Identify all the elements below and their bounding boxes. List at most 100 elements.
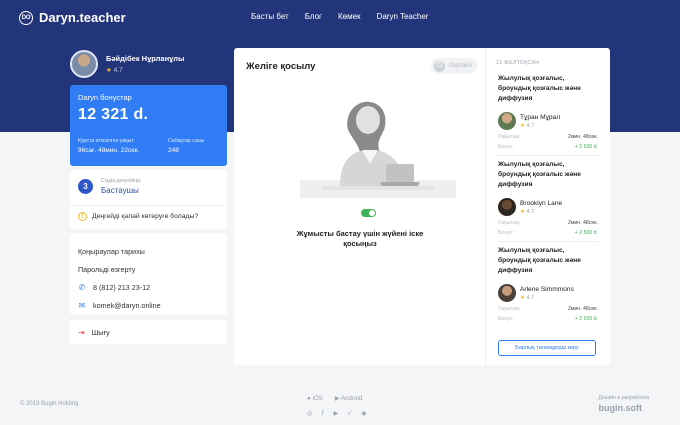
brand-name: Daryn.teacher (39, 10, 126, 25)
app-store-links: ● iOS ▶ Android (307, 395, 362, 402)
profile-name: Бәйдібек Нұрланұлы (106, 54, 185, 63)
phone-number: 8 (812) 213 23-12 (93, 282, 151, 292)
android-label: Android (340, 395, 363, 402)
menu-item-password-label: Парольді өзгерту (78, 264, 136, 274)
star-icon: ★ (520, 208, 525, 215)
credit-brand: bugin.soft (598, 403, 643, 413)
logo-mark: DO (19, 10, 33, 25)
work-toggle[interactable] (361, 209, 376, 217)
vk-icon[interactable]: ✓ (347, 410, 352, 417)
time-label: Курста өткізілген уақыт (78, 138, 134, 144)
lesson-time: 2мин. 48сек. (567, 134, 598, 140)
lessons-value: 248 (168, 147, 179, 154)
lesson-title: Жылулық қозғалыс, броундық қозғалыс және… (498, 161, 581, 188)
tutor-rating-value: 4.7 (526, 122, 535, 129)
lessons-sidebar: 12 ЖЕЛТОҚСАН Жылулық қозғалыс, броундық … (486, 48, 610, 365)
lesson-time-label: Уақытың: (498, 220, 521, 226)
lesson-time: 2мин. 48сек. (567, 220, 598, 226)
lesson-title: Жылулық қозғалыс, броундық қозғалыс және… (498, 75, 581, 102)
logo[interactable]: DO Daryn.teacher (19, 10, 126, 25)
ios-label: iOS (312, 395, 323, 402)
tutor-avatar (498, 198, 516, 216)
ios-link[interactable]: ● iOS (307, 395, 323, 402)
level-help-link[interactable]: ! Деңгейді қалай көтеруге болады? (78, 212, 219, 221)
menu-item-history-label: Қоңыраулар тарихы (78, 246, 145, 256)
profile-header: Бәйдібек Нұрланұлы ★ 4.7 (70, 48, 227, 80)
logout-button[interactable]: ⇥ Шығу (70, 320, 227, 344)
lessons-date: 12 ЖЕЛТОҚСАН (496, 60, 540, 66)
power-icon: ⏻ (434, 60, 445, 72)
mail-icon: ✉ (78, 300, 86, 310)
lesson-item[interactable]: Жылулық қозғалыс, броундық қозғалыс және… (498, 246, 598, 322)
logout-label: Шығу (91, 327, 110, 337)
android-link[interactable]: ▶ Android (335, 395, 362, 402)
menu-item-password[interactable]: Парольді өзгерту (78, 260, 219, 278)
tutor-rating: ★ 4.7 (520, 209, 562, 215)
bonus-title: Daryn бонустар (78, 93, 132, 102)
divider (498, 241, 598, 242)
tutor-rating: ★ 4.7 (520, 295, 574, 301)
star-icon: ★ (106, 67, 112, 74)
play-icon: ▶ (334, 395, 340, 402)
lesson-time: 2мин. 48сек. (567, 306, 598, 312)
view-all-payments-button[interactable]: Барлық төлемдерді көру (498, 340, 596, 356)
developer-credit[interactable]: Дизайн и разработка bugin.soft (599, 395, 649, 413)
lesson-title: Жылулық қозғалыс, броундық қозғалыс және… (498, 247, 581, 274)
facebook-icon[interactable]: ƒ (321, 410, 324, 417)
logout-icon: ⇥ (78, 327, 85, 337)
tutor-name: Тұран Мұрал (520, 113, 561, 121)
nav-blog[interactable]: Блог (305, 12, 322, 21)
lesson-bonus: + 2 500 d. (574, 144, 598, 150)
star-icon: ★ (520, 294, 525, 301)
online-status-toggle[interactable]: ⏻ Офлайн (431, 58, 477, 74)
status-label: Офлайн (449, 63, 472, 69)
profile-rating-value: 4.7 (113, 67, 123, 74)
question-icon: ! (78, 212, 87, 221)
copyright: © 2019 Bugin Holding (20, 401, 79, 407)
phone-icon: ✆ (78, 282, 86, 292)
credit-caption: Дизайн и разработка (598, 395, 649, 401)
tutor-name: Brooklyn Lane (520, 199, 563, 207)
profile-menu: Қоңыраулар тарихы Парольді өзгерту ✆ 8 (8… (70, 233, 227, 315)
time-value: 96сағ. 48мин. 22сек. (78, 147, 140, 154)
tutor-rating-value: 4.7 (526, 208, 535, 215)
divider (70, 205, 227, 206)
divider (498, 155, 598, 156)
profile-rating: ★ 4.7 (106, 66, 184, 74)
level-card: 3 Сіздің деңгейіңіз Бастаушы ! Деңгейді … (70, 170, 227, 229)
nav-home[interactable]: Басты бет (251, 12, 289, 21)
lessons-label: Сабақтар саны (168, 138, 205, 144)
instagram-icon[interactable]: ◎ (307, 410, 312, 417)
bonus-card: Daryn бонустар 12 321 d. Курста өткізілг… (70, 85, 227, 166)
star-icon: ★ (520, 122, 525, 129)
tutor-rating: ★ 4.7 (520, 123, 560, 129)
youtube-icon[interactable]: ▶ (334, 410, 339, 417)
level-question: Деңгейді қалай көтеруге болады? (92, 213, 199, 220)
lesson-bonus-label: Бонус: (498, 230, 514, 236)
lesson-bonus: + 2 500 d. (574, 316, 598, 322)
lesson-item[interactable]: Жылулық қозғалыс, броундық қозғалыс және… (498, 74, 598, 150)
whatsapp-icon[interactable]: ◉ (361, 410, 366, 417)
waiting-illustration (300, 101, 456, 198)
menu-item-email[interactable]: ✉ komek@daryn.online (78, 296, 219, 314)
main-caption: Жұмысты бастау үшін жүйені іске қосыңыз (296, 229, 424, 248)
lesson-time-label: Уақытың: (498, 134, 521, 140)
tutor-rating-value: 4.7 (526, 294, 535, 301)
level-badge: 3 (78, 179, 93, 194)
lesson-time-label: Уақытың: (498, 306, 521, 312)
lesson-item[interactable]: Жылулық қозғалыс, броундық қозғалыс және… (498, 160, 598, 236)
apple-icon: ● (307, 395, 311, 402)
nav-daryn-teacher[interactable]: Daryn Teacher (377, 12, 429, 21)
menu-item-phone[interactable]: ✆ 8 (812) 213 23-12 (78, 278, 219, 296)
lesson-bonus: + 2 500 d. (574, 230, 598, 236)
top-nav: Басты бет Блог Көмек Daryn Teacher (251, 12, 428, 21)
avatar[interactable] (70, 50, 98, 78)
tutor-avatar (498, 112, 516, 130)
level-caption: Сіздің деңгейіңіз (101, 178, 141, 184)
nav-help[interactable]: Көмек (338, 12, 361, 21)
social-links: ◎ ƒ ▶ ✓ ◉ (307, 410, 367, 417)
page-title: Желіге қосылу (246, 61, 316, 72)
menu-item-history[interactable]: Қоңыраулар тарихы (78, 242, 219, 260)
level-name: Бастаушы (101, 186, 139, 195)
lesson-bonus-label: Бонус: (498, 316, 514, 322)
